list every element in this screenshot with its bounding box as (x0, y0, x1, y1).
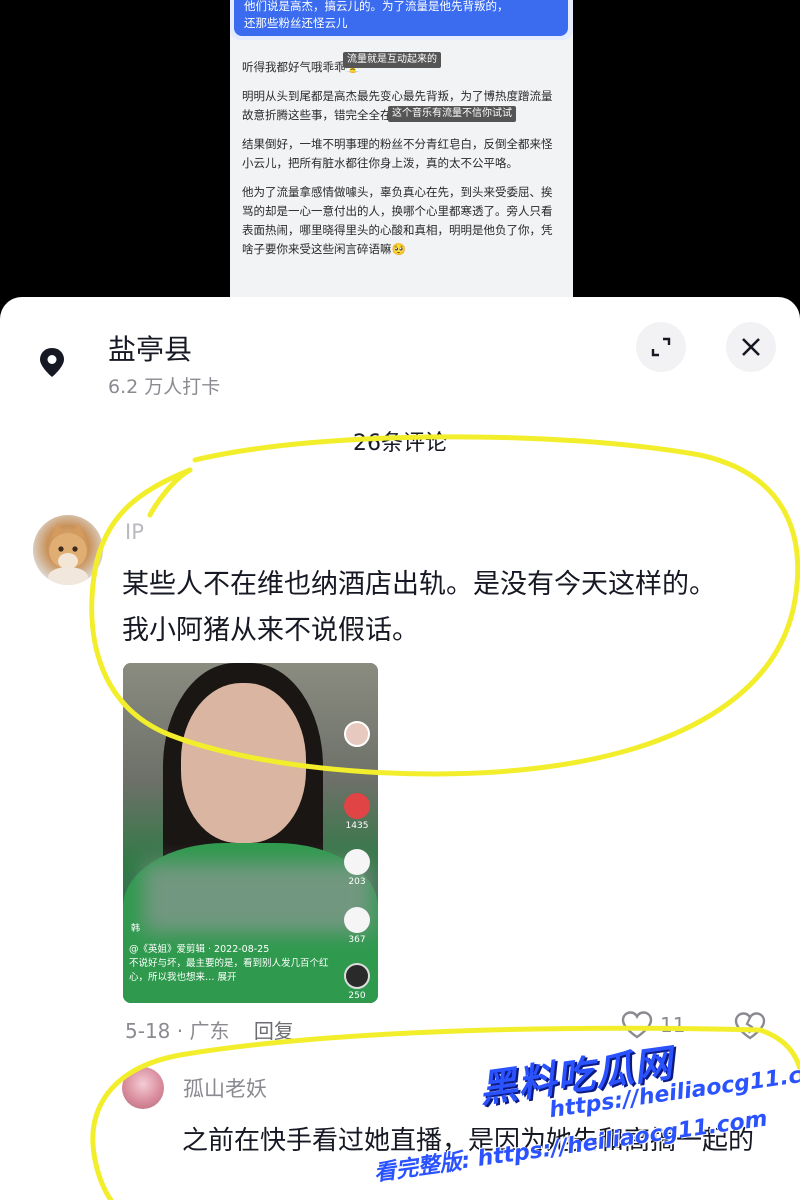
chat-highlight-line: 还那些粉丝还怪云儿 (244, 16, 348, 30)
chat-message-body: 听得我都好气哦乖乖😤 明明从头到尾都是高杰最先变心最先背叛，为了博热度蹭流量故意… (242, 58, 562, 269)
cat-avatar-icon (48, 523, 88, 585)
comment-date-location: 5-18 · 广东 (125, 1019, 230, 1043)
comment-ip-label: IP (125, 520, 144, 544)
video-thumbnail[interactable]: 1435 203 367 250 韩 @《英姐》爱剪辑 · 2022-08-25… (123, 663, 378, 1003)
video-blur-region (143, 863, 373, 933)
chat-paragraph: 他为了流量拿感情做噱头，辜负真心在先，到头来受委屈、挨骂的却是一心一意付出的人，… (242, 185, 553, 256)
chat-highlight-text: 他们说是高杰，搞云儿的。为了流量是他先背叛的， 还那些粉丝还怪云儿 (234, 0, 568, 36)
video-music-count: 250 (348, 991, 366, 1001)
video-share-action[interactable]: 367 (342, 907, 372, 945)
video-caption-text: 不说好与坏，最主要的是，看到别人发几百个红心，所以我也想来… 展开 (129, 958, 329, 983)
overlay-tag: 这个音乐有流量不信你试试 (388, 106, 516, 122)
background-chat-screenshot: 他们说是高杰，搞云儿的。为了流量是他先背叛的， 还那些粉丝还怪云儿 听得我都好气… (230, 0, 573, 300)
video-caption-author: @《英姐》爱剪辑 · 2022-08-25 (129, 944, 270, 955)
video-share-count: 367 (348, 935, 366, 945)
video-comment-action[interactable]: 203 (342, 849, 372, 887)
location-checkin-count: 6.2 万人打卡 (108, 376, 221, 398)
expand-icon (651, 337, 671, 357)
comment-count-header: 26条评论 (353, 431, 447, 456)
expand-button[interactable] (636, 322, 686, 372)
overlay-tag: 流量就是互动起来的 (343, 52, 441, 68)
chat-highlight-line: 他们说是高杰，搞云儿的。为了流量是他先背叛的， (244, 0, 509, 13)
reply-username[interactable]: 孤山老妖 (183, 1073, 267, 1103)
reply-avatar[interactable] (122, 1067, 164, 1109)
video-creator-avatar[interactable] (342, 721, 372, 749)
video-comment-count: 203 (348, 877, 366, 887)
broken-heart-icon (734, 1012, 766, 1040)
close-button[interactable] (726, 322, 776, 372)
comment-text: 某些人不在维也纳酒店出轨。是没有今天这样的。我小阿猪从来不说假话。 (122, 569, 716, 646)
video-like-count: 1435 (345, 821, 369, 831)
video-person-face (181, 683, 306, 843)
close-icon (742, 338, 760, 356)
video-caption: @《英姐》爱剪辑 · 2022-08-25 不说好与坏，最主要的是，看到别人发几… (129, 943, 344, 985)
video-corner-text: 韩 (131, 924, 141, 934)
video-music-action[interactable]: 250 (342, 963, 372, 1001)
video-like-action[interactable]: 1435 (342, 793, 372, 831)
location-pin-icon (30, 340, 74, 384)
chat-highlight-bubble: 他们说是高杰，搞云儿的。为了流量是他先背叛的， 还那些粉丝还怪云儿 (230, 0, 573, 40)
reply-button[interactable]: 回复 (254, 1019, 294, 1043)
comment-meta: 5-18 · 广东 回复 (125, 1015, 294, 1044)
location-title[interactable]: 盐亭县 (108, 328, 192, 368)
dislike-button[interactable] (733, 1011, 767, 1045)
chat-paragraph: 结果倒好，一堆不明事理的粉丝不分青红皂白，反倒全都来怪小云儿，把所有脏水都往你身… (242, 137, 553, 170)
avatar[interactable] (33, 515, 103, 585)
